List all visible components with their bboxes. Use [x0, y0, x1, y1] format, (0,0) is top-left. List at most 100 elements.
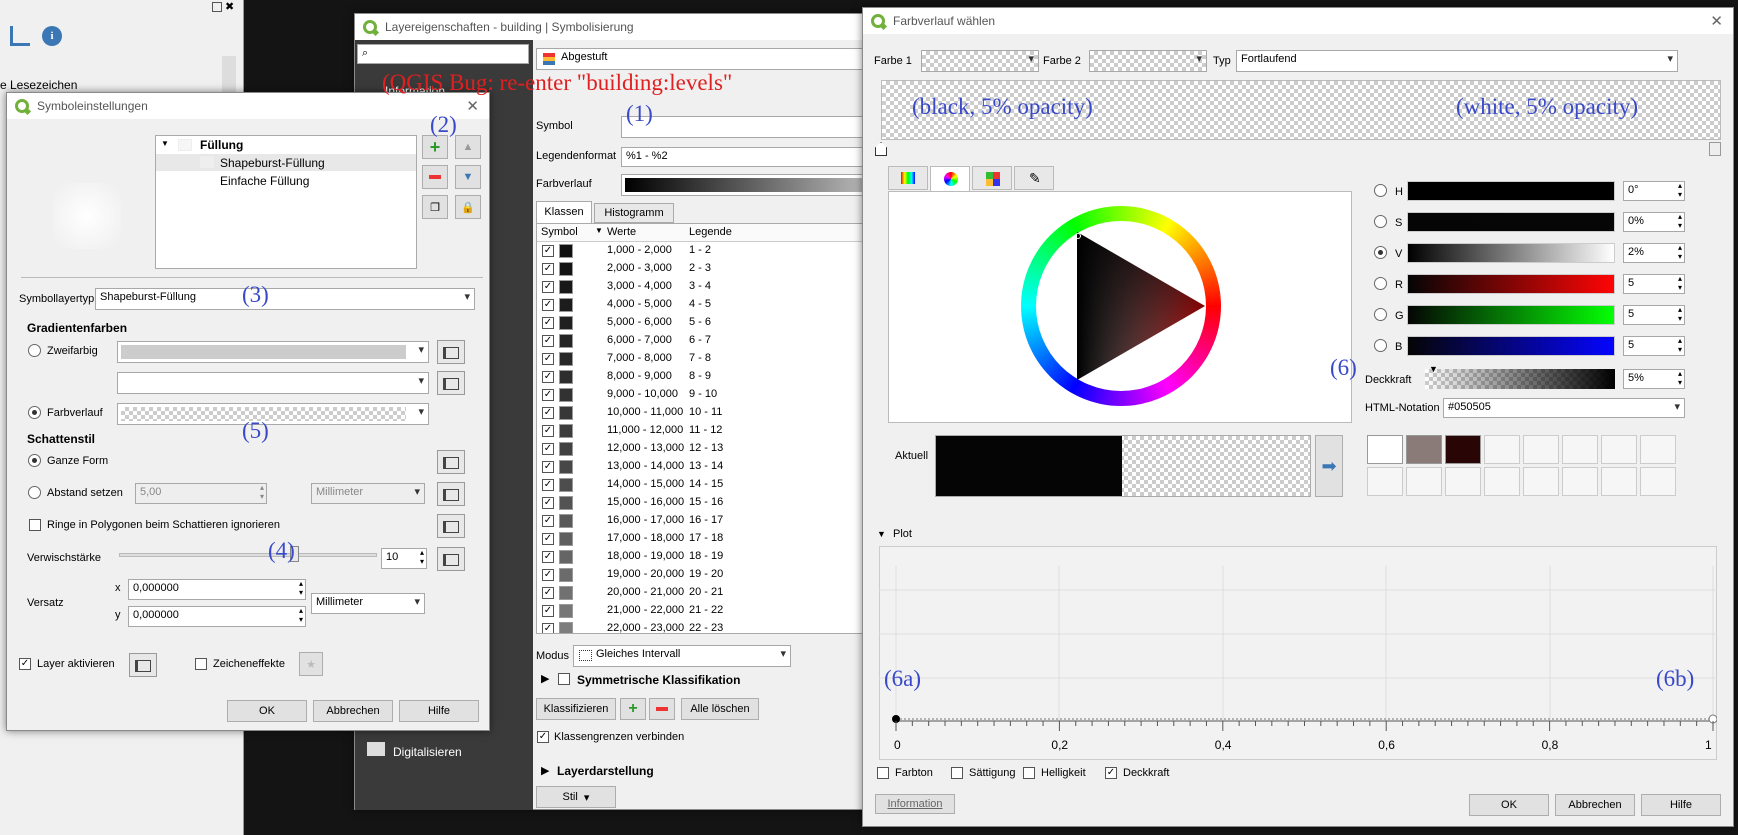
row-values[interactable]: 18,000 - 19,000 [607, 550, 684, 562]
channel-slider[interactable] [1407, 305, 1615, 325]
row-symbol-swatch[interactable] [559, 478, 573, 492]
row-visible-checkbox[interactable]: ✓ [542, 479, 554, 491]
row-visible-checkbox[interactable]: ✓ [542, 605, 554, 617]
mode-select[interactable]: Gleiches Intervall [573, 645, 791, 667]
renderer-select[interactable]: Abgestuft [536, 48, 875, 70]
row-values[interactable]: 12,000 - 13,000 [607, 442, 684, 454]
add-class-button[interactable]: + [620, 698, 646, 720]
table-row[interactable]: ✓ 20,000 - 21,000 20 - 21 [537, 584, 874, 602]
row-legend[interactable]: 22 - 23 [689, 622, 723, 633]
cancel-button[interactable]: Abbrechen [1555, 794, 1635, 816]
row-legend[interactable]: 10 - 11 [689, 406, 722, 418]
opacity-slider[interactable] [1425, 369, 1615, 389]
row-symbol-swatch[interactable] [559, 370, 573, 384]
table-row[interactable]: ✓ 13,000 - 14,000 13 - 14 [537, 458, 874, 476]
apply-color-arrow-button[interactable]: ➡ [1315, 435, 1343, 497]
header-values[interactable]: Werte [607, 226, 636, 238]
row-symbol-swatch[interactable] [559, 442, 573, 456]
row-values[interactable]: 14,000 - 15,000 [607, 478, 684, 490]
row-symbol-swatch[interactable] [559, 280, 573, 294]
row-visible-checkbox[interactable]: ✓ [542, 335, 554, 347]
plot-checkbox[interactable] [1023, 767, 1035, 779]
ok-button[interactable]: OK [1469, 794, 1549, 816]
channel-radio[interactable] [1374, 184, 1387, 197]
row-visible-checkbox[interactable]: ✓ [542, 569, 554, 581]
row-values[interactable]: 10,000 - 11,000 [607, 406, 683, 418]
distance-data-defined-button[interactable] [437, 482, 465, 506]
row-symbol-swatch[interactable] [559, 388, 573, 402]
duplicate-layer-button[interactable]: ❐ [422, 195, 448, 219]
link-bounds-checkbox[interactable]: ✓ [537, 731, 549, 743]
draw-effects-checkbox[interactable] [195, 658, 207, 670]
symbol-button[interactable] [621, 116, 875, 138]
row-values[interactable]: 19,000 - 20,000 [607, 568, 684, 580]
channel-slider[interactable] [1407, 181, 1615, 201]
color-picker-tab-ramp[interactable] [888, 166, 928, 190]
close-icon[interactable]: ✖ [225, 0, 234, 13]
channel-spinbox[interactable]: 0° [1623, 181, 1685, 201]
row-symbol-swatch[interactable] [559, 262, 573, 276]
table-row[interactable]: ✓ 5,000 - 6,000 5 - 6 [537, 314, 874, 332]
ok-button[interactable]: OK [227, 700, 307, 722]
set-distance-radio[interactable] [28, 486, 41, 499]
table-row[interactable]: ✓ 12,000 - 13,000 12 - 13 [537, 440, 874, 458]
shading-data-defined-button[interactable] [437, 450, 465, 474]
row-symbol-swatch[interactable] [559, 514, 573, 528]
row-values[interactable]: 2,000 - 3,000 [607, 262, 672, 274]
row-visible-checkbox[interactable]: ✓ [542, 515, 554, 527]
row-symbol-swatch[interactable] [559, 460, 573, 474]
tree-item-simple-fill[interactable]: Einfache Füllung [220, 174, 309, 188]
type-select[interactable]: Fortlaufend [1236, 50, 1678, 72]
header-symbol[interactable]: Symbol [541, 226, 578, 238]
remove-layer-button[interactable] [422, 165, 448, 189]
classes-table[interactable]: Symbol ▼ Werte Legende ✓ 1,000 - 2,000 1 -… [536, 223, 875, 634]
export-icon[interactable] [10, 26, 30, 46]
table-row[interactable]: ✓ 21,000 - 22,000 21 - 22 [537, 602, 874, 620]
color1-data-defined-button[interactable] [437, 340, 465, 364]
row-visible-checkbox[interactable]: ✓ [542, 461, 554, 473]
row-legend[interactable]: 2 - 3 [689, 262, 711, 274]
color-swatch[interactable] [1367, 435, 1403, 464]
row-legend[interactable]: 4 - 5 [689, 298, 711, 310]
color-picker-tab-swatches[interactable] [972, 166, 1012, 190]
plot-collapse-icon[interactable]: ▼ [877, 529, 886, 539]
row-values[interactable]: 11,000 - 12,000 [607, 424, 683, 436]
row-legend[interactable]: 19 - 20 [689, 568, 723, 580]
table-row[interactable]: ✓ 8,000 - 9,000 8 - 9 [537, 368, 874, 386]
row-symbol-swatch[interactable] [559, 334, 573, 348]
expand-symmetric-icon[interactable]: ▶ [541, 672, 549, 685]
table-row[interactable]: ✓ 17,000 - 18,000 17 - 18 [537, 530, 874, 548]
row-legend[interactable]: 16 - 17 [689, 514, 723, 526]
offset-unit-select[interactable]: Millimeter [311, 593, 425, 614]
table-row[interactable]: ✓ 3,000 - 4,000 3 - 4 [537, 278, 874, 296]
color-swatch[interactable] [1562, 435, 1598, 464]
row-legend[interactable]: 1 - 2 [689, 244, 711, 256]
row-legend[interactable]: 3 - 4 [689, 280, 711, 292]
row-symbol-swatch[interactable] [559, 532, 573, 546]
channel-radio[interactable] [1374, 277, 1387, 290]
classify-button[interactable]: Klassifizieren [536, 698, 616, 720]
help-button[interactable]: Hilfe [399, 700, 479, 722]
channel-spinbox[interactable]: 0% [1623, 212, 1685, 232]
row-legend[interactable]: 18 - 19 [689, 550, 723, 562]
plot-checkbox[interactable]: ✓ [1105, 767, 1117, 779]
legend-format-input[interactable]: %1 - %2 [621, 147, 875, 167]
table-row[interactable]: ✓ 22,000 - 23,000 22 - 23 [537, 620, 874, 633]
color-ramp-button[interactable] [621, 174, 875, 196]
color-swatch[interactable] [1601, 467, 1637, 496]
color-swatch[interactable] [1523, 467, 1559, 496]
expand-layer-render-icon[interactable]: ▶ [541, 764, 549, 777]
table-row[interactable]: ✓ 18,000 - 19,000 18 - 19 [537, 548, 874, 566]
blur-data-defined-button[interactable] [437, 547, 465, 571]
row-visible-checkbox[interactable]: ✓ [542, 263, 554, 275]
color-ramp-radio[interactable] [28, 406, 41, 419]
sidebar-item-digitize[interactable]: Digitalisieren [393, 745, 462, 759]
row-values[interactable]: 8,000 - 9,000 [607, 370, 672, 382]
row-legend[interactable]: 9 - 10 [689, 388, 717, 400]
offset-y-spinbox[interactable]: 0,000000 [128, 606, 306, 627]
row-values[interactable]: 4,000 - 5,000 [607, 298, 672, 310]
row-symbol-swatch[interactable] [559, 424, 573, 438]
color-picker-tab-wheel[interactable] [930, 166, 970, 192]
row-symbol-swatch[interactable] [559, 244, 573, 258]
plot-checkbox[interactable] [877, 767, 889, 779]
